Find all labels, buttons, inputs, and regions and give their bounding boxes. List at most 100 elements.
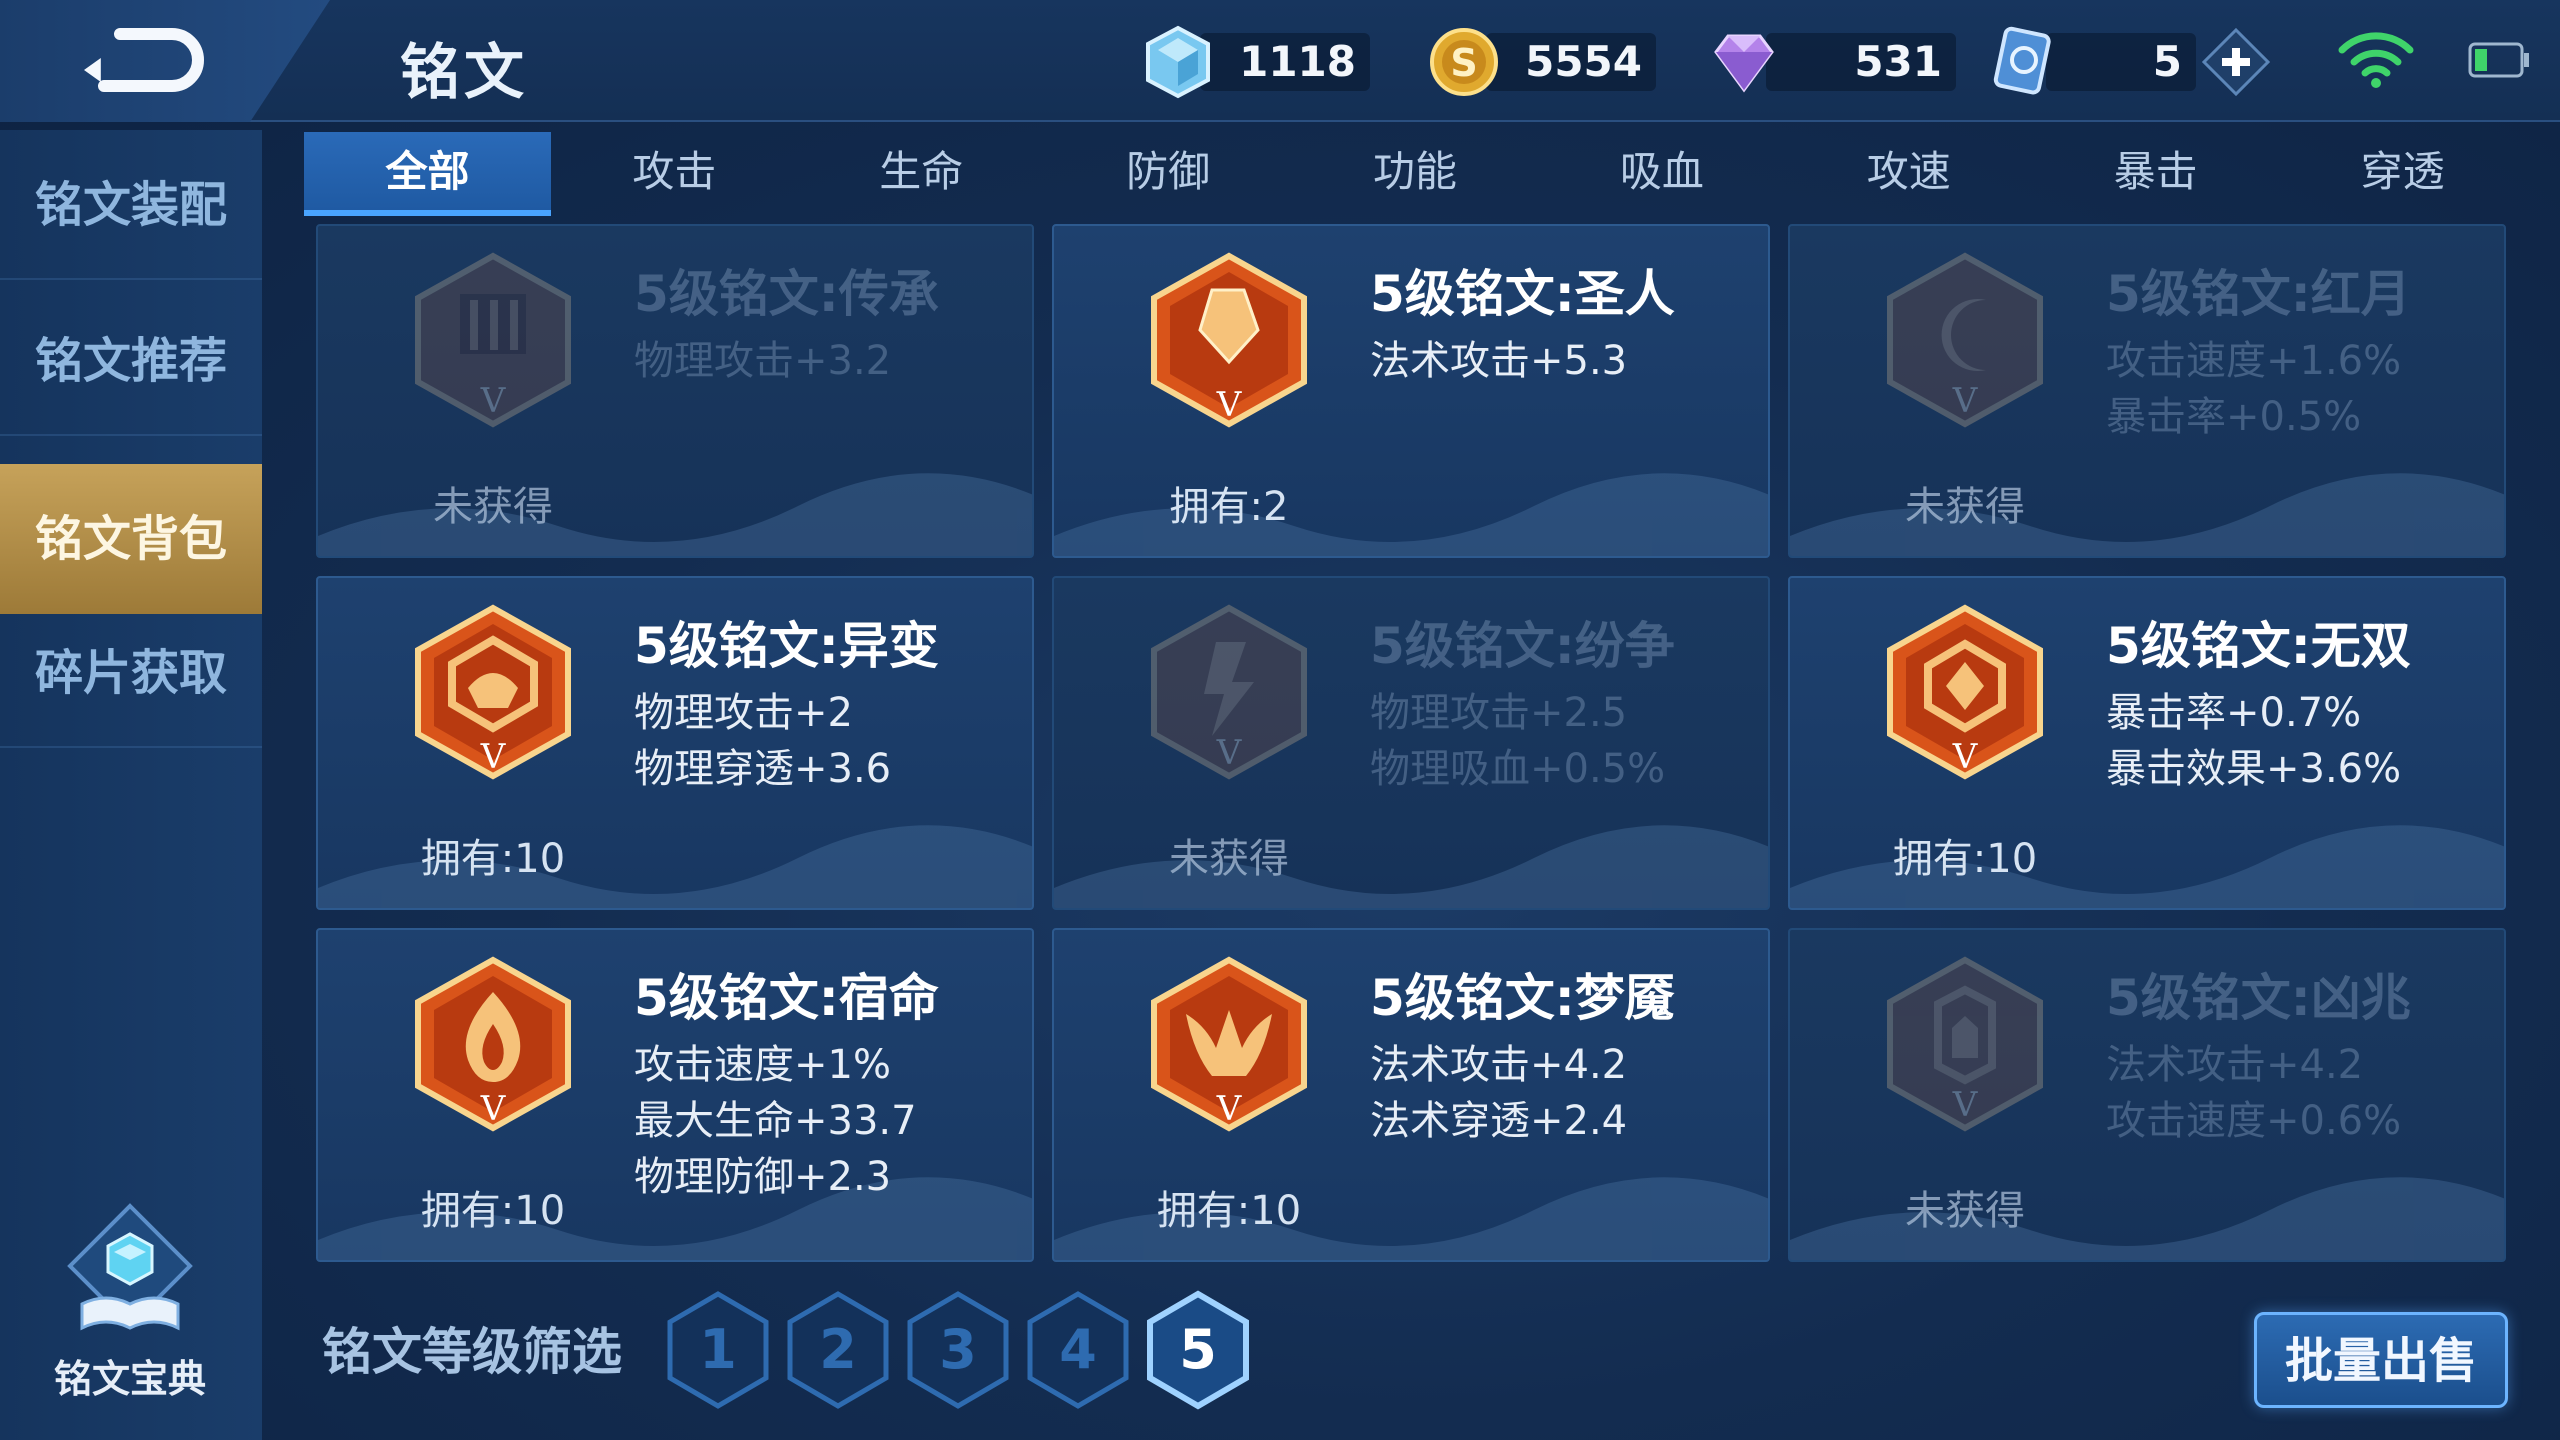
gold-count: 5554 bbox=[1486, 33, 1656, 91]
rune-name: 5级铭文:凶兆 bbox=[2106, 969, 2411, 1027]
rune-card[interactable]: V 5级铭文:凶兆 法术攻击+4.2 攻击速度+0.6% 未获得 bbox=[1788, 928, 2506, 1262]
rune-emblem-icon: V bbox=[415, 604, 571, 780]
rune-name: 5级铭文:纷争 bbox=[1370, 617, 1675, 675]
crystal-count: 1118 bbox=[1200, 33, 1370, 91]
rune-attr: 攻击速度+0.6% bbox=[2106, 1098, 2402, 1144]
rune-card[interactable]: V 5级铭文:无双 暴击率+0.7% 暴击效果+3.6% 拥有:10 bbox=[1788, 576, 2506, 910]
rune-name: 5级铭文:无双 bbox=[2106, 617, 2411, 675]
rune-name: 5级铭文:传承 bbox=[634, 265, 939, 323]
diamond-icon bbox=[1714, 34, 1774, 93]
rune-owned-count: 拥有:10 bbox=[1156, 1188, 1302, 1234]
battery-icon bbox=[2468, 42, 2529, 78]
add-currency-button[interactable] bbox=[2201, 27, 2271, 97]
book-icon bbox=[67, 1203, 193, 1331]
rune-emblem-icon: V bbox=[1151, 604, 1307, 780]
currency-gold: 5554 S bbox=[1426, 22, 1656, 102]
rune-attr: 最大生命+33.7 bbox=[634, 1098, 917, 1144]
rune-attr: 法术穿透+2.4 bbox=[1370, 1098, 1628, 1144]
rune-attr: 法术攻击+5.3 bbox=[1370, 338, 1628, 384]
level-number: 4 bbox=[1059, 1318, 1097, 1381]
level-filter-2[interactable]: 2 bbox=[784, 1290, 892, 1410]
rune-emblem-icon: V bbox=[415, 252, 571, 428]
rune-codex-button[interactable]: 铭文宝典 bbox=[30, 1200, 230, 1401]
back-arrow-icon bbox=[84, 28, 204, 92]
sidebar-item-rune-bag[interactable]: 铭文背包 bbox=[0, 464, 262, 614]
sidebar-item-rune-loadout[interactable]: 铭文装配 bbox=[0, 130, 262, 280]
rune-card[interactable]: V 5级铭文:红月 攻击速度+1.6% 暴击率+0.5% 未获得 bbox=[1788, 224, 2506, 558]
rune-name: 5级铭文:红月 bbox=[2106, 265, 2411, 323]
level-filter-5[interactable]: 5 bbox=[1144, 1290, 1252, 1410]
level-filter-label: 铭文等级筛选 bbox=[322, 1323, 622, 1381]
rune-card[interactable]: V 5级铭文:异变 物理攻击+2 物理穿透+3.6 拥有:10 bbox=[316, 576, 1034, 910]
rune-emblem-icon: V bbox=[1887, 604, 2043, 780]
sidebar-item-rune-recommend[interactable]: 铭文推荐 bbox=[0, 286, 262, 436]
rune-owned-count: 拥有:2 bbox=[1169, 484, 1289, 530]
rune-attr: 物理攻击+3.2 bbox=[634, 338, 892, 384]
level-filter-3[interactable]: 3 bbox=[904, 1290, 1012, 1410]
tab-all[interactable]: 全部 bbox=[304, 132, 551, 216]
batch-sell-button[interactable]: 批量出售 bbox=[2254, 1312, 2508, 1408]
tab-critical[interactable]: 暴击 bbox=[2032, 132, 2279, 216]
rune-attr: 攻击速度+1.6% bbox=[2106, 338, 2402, 384]
gold-coin-icon: S bbox=[1430, 28, 1498, 96]
rune-attr: 攻击速度+1% bbox=[634, 1042, 891, 1088]
rune-attr: 暴击率+0.5% bbox=[2106, 394, 2362, 440]
tab-health[interactable]: 生命 bbox=[798, 132, 1045, 216]
svg-text:V: V bbox=[1952, 1085, 1979, 1125]
currency-diamond: 531 bbox=[1706, 22, 1956, 102]
tab-utility[interactable]: 功能 bbox=[1292, 132, 1539, 216]
svg-text:V: V bbox=[1216, 1089, 1243, 1129]
rune-card[interactable]: V 5级铭文:宿命 攻击速度+1% 最大生命+33.7 物理防御+2.3 拥有:… bbox=[316, 928, 1034, 1262]
level-filter-4[interactable]: 4 bbox=[1024, 1290, 1132, 1410]
rune-owned-status: 未获得 bbox=[1169, 836, 1289, 882]
rune-attr: 物理防御+2.3 bbox=[634, 1154, 892, 1200]
tab-attack-speed[interactable]: 攻速 bbox=[1785, 132, 2032, 216]
top-bar: 铭文 1118 5554 S 531 5 bbox=[0, 0, 2560, 122]
svg-text:V: V bbox=[1216, 385, 1243, 425]
rune-owned-status: 未获得 bbox=[1905, 484, 2025, 530]
svg-text:S: S bbox=[1450, 41, 1477, 85]
plus-icon bbox=[2201, 27, 2271, 97]
category-tabs: 全部 攻击 生命 防御 功能 吸血 攻速 暴击 穿透 bbox=[304, 132, 2526, 216]
svg-text:V: V bbox=[480, 381, 507, 421]
wifi-icon bbox=[2338, 32, 2414, 88]
rune-attr: 法术攻击+4.2 bbox=[1370, 1042, 1628, 1088]
ticket-icon bbox=[1993, 26, 2051, 95]
currency-ticket: 5 bbox=[1986, 22, 2236, 102]
rune-name: 5级铭文:宿命 bbox=[634, 969, 939, 1027]
rune-card[interactable]: V 5级铭文:圣人 法术攻击+5.3 拥有:2 bbox=[1052, 224, 1770, 558]
rune-attr: 物理穿透+3.6 bbox=[634, 746, 892, 792]
crystal-icon bbox=[1146, 25, 1210, 99]
rune-owned-count: 拥有:10 bbox=[420, 1188, 566, 1234]
rune-card[interactable]: V 5级铭文:梦魇 法术攻击+4.2 法术穿透+2.4 拥有:10 bbox=[1052, 928, 1770, 1262]
rune-name: 5级铭文:圣人 bbox=[1370, 265, 1675, 323]
currency-crystal: 1118 bbox=[1140, 22, 1370, 102]
diamond-count: 531 bbox=[1766, 33, 1956, 91]
page-title: 铭文 bbox=[400, 38, 528, 108]
rune-emblem-icon: V bbox=[415, 956, 571, 1132]
tab-attack[interactable]: 攻击 bbox=[551, 132, 798, 216]
rune-attr: 暴击效果+3.6% bbox=[2106, 746, 2402, 792]
rune-attr: 法术攻击+4.2 bbox=[2106, 1042, 2364, 1088]
level-number: 5 bbox=[1179, 1318, 1217, 1381]
tab-penetration[interactable]: 穿透 bbox=[2279, 132, 2526, 216]
level-number: 3 bbox=[939, 1318, 977, 1381]
rune-card[interactable]: V 5级铭文:纷争 物理攻击+2.5 物理吸血+0.5% 未获得 bbox=[1052, 576, 1770, 910]
rune-emblem-icon: V bbox=[1887, 956, 2043, 1132]
tab-lifesteal[interactable]: 吸血 bbox=[1538, 132, 1785, 216]
ticket-count: 5 bbox=[2046, 33, 2196, 91]
rune-attr: 物理攻击+2 bbox=[634, 690, 853, 736]
level-filter-1[interactable]: 1 bbox=[664, 1290, 772, 1410]
codex-label: 铭文宝典 bbox=[53, 1357, 206, 1401]
rune-card[interactable]: V 5级铭文:传承 物理攻击+3.2 未获得 bbox=[316, 224, 1034, 558]
rune-attr: 物理攻击+2.5 bbox=[1370, 690, 1628, 736]
svg-text:V: V bbox=[1952, 737, 1979, 777]
svg-text:V: V bbox=[480, 737, 507, 777]
svg-text:V: V bbox=[1952, 381, 1979, 421]
level-number: 1 bbox=[699, 1318, 737, 1381]
rune-emblem-icon: V bbox=[1887, 252, 2043, 428]
sidebar-item-fragments[interactable]: 碎片获取 bbox=[0, 598, 262, 748]
tab-defense[interactable]: 防御 bbox=[1045, 132, 1292, 216]
back-button[interactable] bbox=[80, 22, 210, 102]
rune-emblem-icon: V bbox=[1151, 252, 1307, 428]
